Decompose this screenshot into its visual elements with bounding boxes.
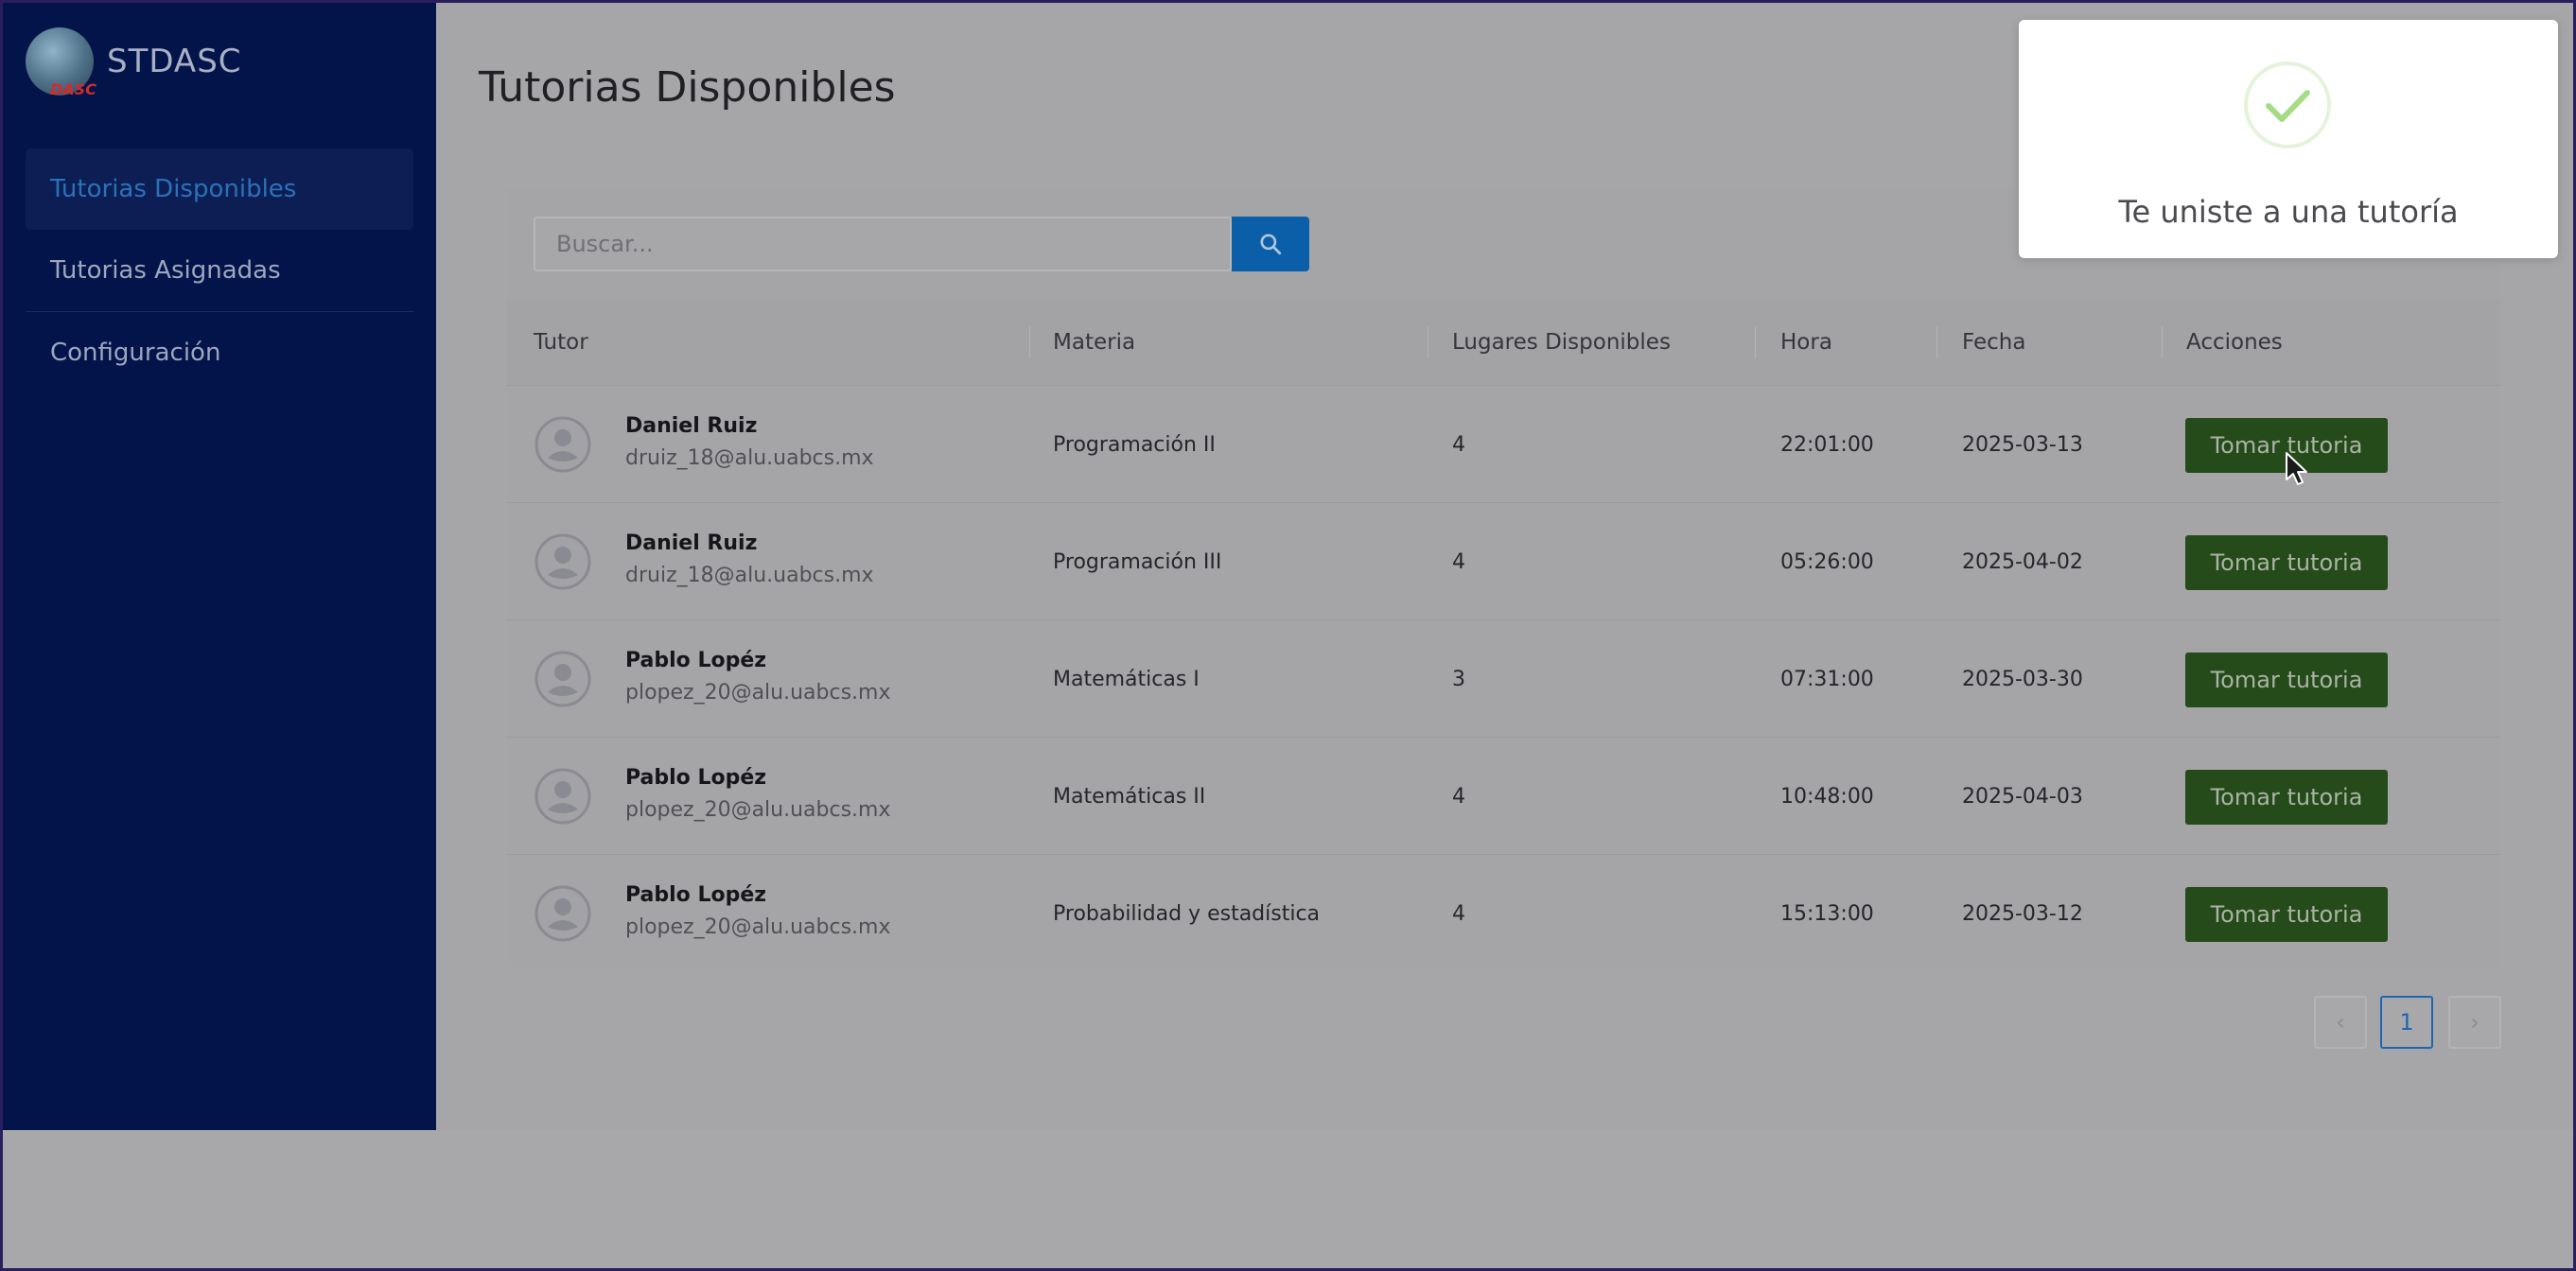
- tutor-email: druiz_18@alu.uabcs.mx: [625, 446, 874, 470]
- check-icon: [2244, 61, 2331, 148]
- tutor-name: Daniel Ruiz: [625, 531, 758, 555]
- column-divider: [1936, 326, 1937, 358]
- fecha-cell: 2025-04-02: [1962, 549, 2083, 574]
- column-header-materia: Materia: [1053, 330, 1136, 355]
- column-header-hora: Hora: [1780, 330, 1832, 355]
- tutorias-card: Tutor Materia Lugares Disponibles Hora F…: [506, 188, 2500, 967]
- materia-cell: Probabilidad y estadística: [1053, 901, 1321, 926]
- page-title: Tutorias Disponibles: [479, 63, 896, 112]
- tomar-tutoria-button[interactable]: Tomar tutoria: [2185, 770, 2388, 825]
- bottom-bar: [3, 1130, 2573, 1268]
- table-row: Daniel Ruiz druiz_18@alu.uabcs.mx Progra…: [506, 385, 2500, 503]
- avatar: [534, 768, 591, 825]
- table-row: Pablo Lopéz plopez_20@alu.uabcs.mx Proba…: [506, 854, 2500, 972]
- sidebar-nav: Tutorias Disponibles Tutorias Asignadas …: [26, 148, 413, 393]
- column-divider: [1755, 326, 1756, 358]
- column-divider: [1029, 326, 1030, 358]
- fecha-cell: 2025-04-03: [1962, 784, 2083, 809]
- avatar: [534, 885, 591, 942]
- sidebar-item-tutorias-asignadas[interactable]: Tutorias Asignadas: [26, 230, 413, 311]
- sidebar-item-configuracion[interactable]: Configuración: [26, 312, 413, 393]
- column-header-tutor: Tutor: [534, 330, 588, 355]
- tutor-name: Pablo Lopéz: [625, 883, 767, 907]
- table-row: Pablo Lopéz plopez_20@alu.uabcs.mx Matem…: [506, 619, 2500, 738]
- tomar-tutoria-button[interactable]: Tomar tutoria: [2185, 653, 2388, 707]
- brand[interactable]: DASC STDASC: [26, 27, 242, 98]
- logo: DASC: [26, 27, 96, 98]
- success-toast: Te uniste a una tutoría: [2019, 20, 2558, 258]
- hora-cell: 15:13:00: [1780, 901, 1874, 926]
- column-header-fecha: Fecha: [1962, 330, 2026, 355]
- fecha-cell: 2025-03-12: [1962, 901, 2083, 926]
- sidebar-item-tutorias-disponibles[interactable]: Tutorias Disponibles: [26, 148, 413, 230]
- app-frame: DASC STDASC Tutorias Disponibles Tutoria…: [3, 3, 2573, 1268]
- materia-cell: Matemáticas I: [1053, 667, 1200, 691]
- logo-mark: DASC: [50, 80, 96, 98]
- search-input[interactable]: [534, 217, 1232, 271]
- lugares-cell: 3: [1452, 667, 1465, 691]
- pagination-next-button[interactable]: ›: [2448, 996, 2501, 1049]
- sidebar: DASC STDASC Tutorias Disponibles Tutoria…: [3, 3, 436, 1130]
- column-divider: [2162, 326, 2163, 358]
- tutor-name: Pablo Lopéz: [625, 649, 767, 672]
- mouse-cursor-icon: [2286, 452, 2307, 485]
- table-header: Tutor Materia Lugares Disponibles Hora F…: [506, 300, 2500, 385]
- hora-cell: 22:01:00: [1780, 432, 1874, 457]
- fecha-cell: 2025-03-13: [1962, 432, 2083, 457]
- lugares-cell: 4: [1452, 549, 1465, 574]
- tutor-email: plopez_20@alu.uabcs.mx: [625, 915, 891, 939]
- pagination-prev-button[interactable]: ‹: [2314, 996, 2367, 1049]
- tutor-email: plopez_20@alu.uabcs.mx: [625, 681, 891, 705]
- tutor-email: druiz_18@alu.uabcs.mx: [625, 564, 874, 587]
- toast-message: Te uniste a una tutoría: [2118, 194, 2459, 230]
- lugares-cell: 4: [1452, 432, 1465, 457]
- tomar-tutoria-button[interactable]: Tomar tutoria: [2185, 887, 2388, 942]
- hora-cell: 10:48:00: [1780, 784, 1874, 809]
- column-header-acciones: Acciones: [2186, 330, 2283, 355]
- avatar: [534, 416, 591, 473]
- brand-name: STDASC: [107, 43, 242, 80]
- fecha-cell: 2025-03-30: [1962, 667, 2083, 691]
- lugares-cell: 4: [1452, 784, 1465, 809]
- avatar: [534, 651, 591, 707]
- tomar-tutoria-button[interactable]: Tomar tutoria: [2185, 535, 2388, 590]
- tutor-name: Daniel Ruiz: [625, 414, 758, 438]
- materia-cell: Matemáticas II: [1053, 784, 1206, 809]
- hora-cell: 07:31:00: [1780, 667, 1874, 691]
- tutor-name: Pablo Lopéz: [625, 766, 767, 790]
- avatar: [534, 533, 591, 590]
- tutor-email: plopez_20@alu.uabcs.mx: [625, 798, 891, 822]
- materia-cell: Programación III: [1053, 549, 1222, 574]
- materia-cell: Programación II: [1053, 432, 1216, 457]
- table-row: Pablo Lopéz plopez_20@alu.uabcs.mx Matem…: [506, 737, 2500, 855]
- pagination-page-1[interactable]: 1: [2380, 996, 2433, 1049]
- hora-cell: 05:26:00: [1780, 549, 1874, 574]
- search-button[interactable]: [1232, 217, 1309, 271]
- search-icon: [1260, 234, 1282, 255]
- table-row: Daniel Ruiz druiz_18@alu.uabcs.mx Progra…: [506, 502, 2500, 620]
- column-header-lugares: Lugares Disponibles: [1452, 330, 1671, 355]
- lugares-cell: 4: [1452, 901, 1465, 926]
